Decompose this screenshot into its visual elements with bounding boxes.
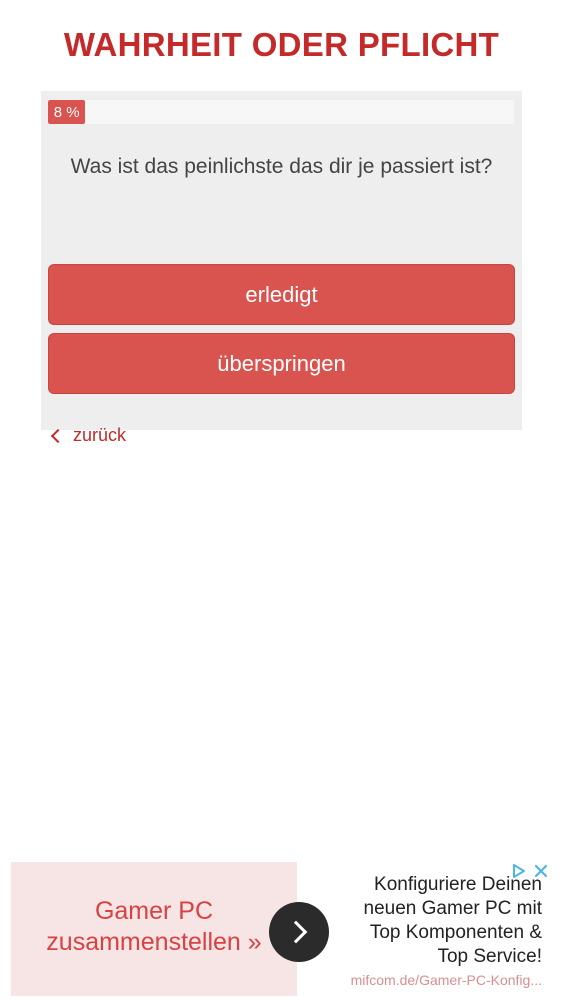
ad-headline-panel[interactable]: Gamer PC zusammenstellen » bbox=[11, 862, 297, 996]
ad-body-line: Top Service! bbox=[437, 946, 542, 967]
ad-body-text: Konfiguriere Deinen neuen Gamer PC mit T… bbox=[311, 873, 542, 969]
close-icon[interactable] bbox=[532, 862, 550, 880]
ad-banner[interactable]: Gamer PC zusammenstellen » Konfiguriere … bbox=[11, 862, 552, 996]
ad-body-line: Konfiguriere Deinen bbox=[374, 874, 542, 895]
ad-headline-line: Gamer PC bbox=[94, 897, 214, 925]
ad-headline-line: zusammenstellen » bbox=[46, 928, 262, 956]
ad-body-line: neuen Gamer PC mit bbox=[363, 898, 542, 919]
back-link[interactable]: zurück bbox=[50, 425, 126, 446]
adchoices-icon[interactable] bbox=[510, 862, 528, 880]
progress-bar: 8 % bbox=[48, 100, 514, 124]
app-screen: WAHRHEIT ODER PFLICHT 8 % Was ist das pe… bbox=[0, 0, 563, 1000]
done-button[interactable]: erledigt bbox=[48, 264, 515, 325]
progress-label: 8 % bbox=[53, 103, 80, 121]
chevron-right-icon bbox=[284, 920, 308, 944]
page-title: WAHRHEIT ODER PFLICHT bbox=[63, 26, 500, 63]
ad-headline: Gamer PC zusammenstellen » bbox=[11, 896, 297, 958]
ad-url[interactable]: mifcom.de/Gamer-PC-Konfig... bbox=[311, 972, 542, 988]
back-label: zurück bbox=[73, 425, 127, 445]
ad-body-line: Top Komponenten & bbox=[369, 922, 542, 943]
chevron-left-icon bbox=[50, 428, 66, 443]
skip-button[interactable]: überspringen bbox=[48, 333, 515, 394]
progress-fill: 8 % bbox=[48, 100, 86, 124]
question-text: Was ist das peinlichste das dir je passi… bbox=[70, 155, 493, 178]
question-card: 8 % Was ist das peinlichste das dir je p… bbox=[41, 91, 522, 430]
